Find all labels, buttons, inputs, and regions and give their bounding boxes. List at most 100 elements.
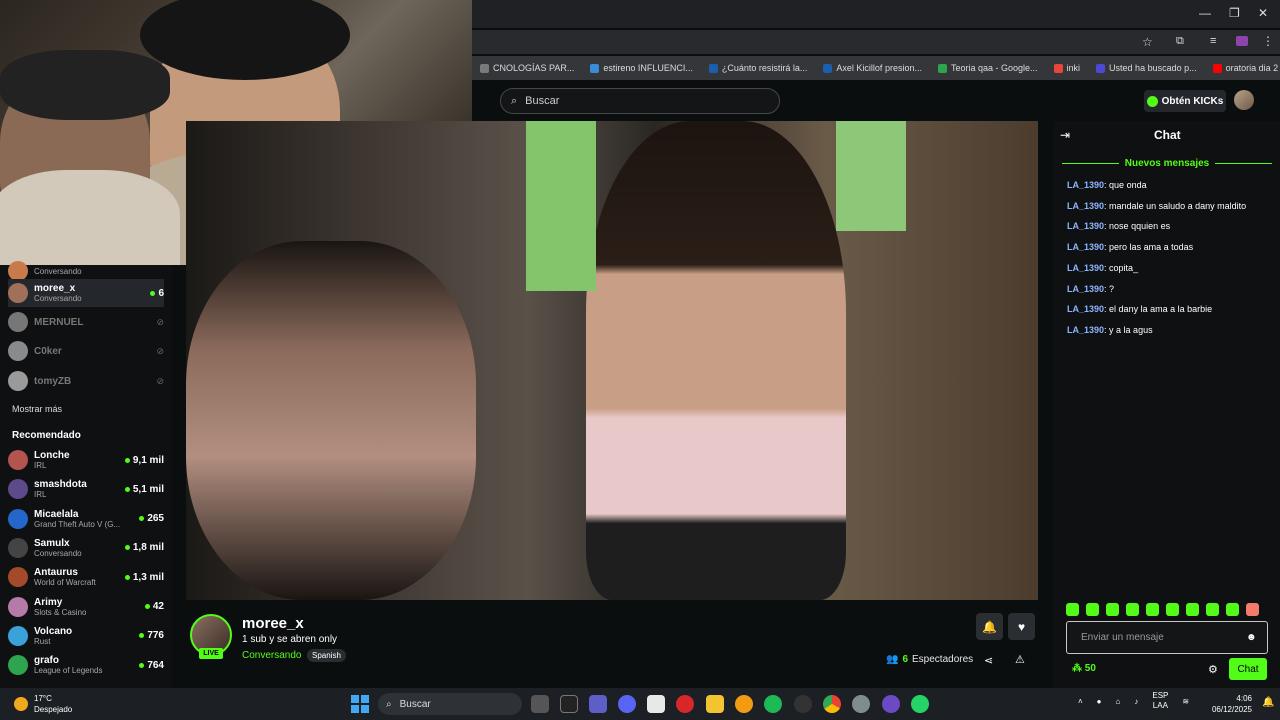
store-icon[interactable] — [647, 695, 665, 713]
bookmark-item[interactable]: inki — [1046, 63, 1089, 73]
whatsapp-icon[interactable] — [911, 695, 929, 713]
emote-icon[interactable] — [1186, 603, 1199, 616]
get-kicks-button[interactable]: Obtén KICKs — [1144, 90, 1226, 112]
emote-icon[interactable] — [1126, 603, 1139, 616]
sidebar-channel[interactable]: Micaelala Grand Theft Auto V (G... 265 — [8, 505, 164, 533]
emote-icon[interactable] — [1066, 603, 1079, 616]
sidebar-channel[interactable]: Lonche IRL 9,1 mil — [8, 446, 164, 474]
viewer-number: 42 — [152, 601, 164, 612]
weather-widget[interactable]: 17°C Despejado — [14, 693, 72, 715]
language-indicator[interactable]: ESP LAA — [1152, 691, 1168, 711]
chat-username[interactable]: LA_1390 — [1067, 284, 1104, 294]
notification-icon[interactable]: 🔔 — [1262, 697, 1274, 708]
sidebar-channel[interactable]: Antaurus World of Warcraft 1,3 mil — [8, 563, 164, 591]
show-more-link[interactable]: Mostrar más — [12, 404, 62, 414]
epic-games-icon[interactable] — [560, 695, 578, 713]
lang-bottom: LAA — [1152, 701, 1168, 710]
chat-username[interactable]: LA_1390 — [1067, 263, 1104, 273]
emote-icon[interactable] — [1166, 603, 1179, 616]
teams-icon[interactable] — [589, 695, 607, 713]
app-tray-icon[interactable]: ● — [1097, 697, 1102, 706]
avatar[interactable] — [1234, 90, 1254, 110]
emote-icon[interactable] — [1086, 603, 1099, 616]
chat-input[interactable]: Enviar un mensaje — [1066, 621, 1268, 654]
send-chat-button[interactable]: Chat — [1229, 658, 1267, 680]
language-tag[interactable]: Spanish — [307, 649, 346, 662]
task-view-icon[interactable] — [531, 695, 549, 713]
sidebar-channel[interactable]: Samulx Conversando 1,8 mil — [8, 534, 164, 562]
chat-username[interactable]: LA_1390 — [1067, 221, 1104, 231]
app-icon[interactable] — [676, 695, 694, 713]
search-icon: ⌕ — [386, 698, 392, 710]
clock[interactable]: 4:06 06/12/2025 — [1206, 693, 1252, 715]
sidebar-channel[interactable]: tomyZB ⊘ — [8, 367, 164, 395]
search-input[interactable]: ⌕ Buscar — [500, 88, 780, 114]
settings-icon[interactable] — [852, 695, 870, 713]
chat-username[interactable]: LA_1390 — [1067, 201, 1104, 211]
report-icon[interactable]: ⚠ — [1015, 653, 1025, 666]
extensions-icon[interactable]: ⧉ — [1176, 35, 1184, 48]
sidebar-channel[interactable]: Arimy Slots & Casino 42 — [8, 593, 164, 621]
star-icon[interactable]: ☆ — [1142, 35, 1153, 49]
bookmark-item[interactable]: estireno INFLUENCI... — [582, 63, 701, 73]
bookmark-item[interactable]: ¿Cuánto resistirá la... — [701, 63, 816, 73]
emoji-picker-icon[interactable]: ☻ — [1246, 632, 1257, 643]
bookmark-item[interactable]: oratoria dia 2 TNC:1... — [1205, 63, 1280, 73]
address-bar[interactable] — [472, 30, 1280, 54]
windows-start-icon[interactable] — [351, 695, 369, 713]
emote-icon[interactable] — [1226, 603, 1239, 616]
microphone-icon[interactable]: ♪ — [1134, 697, 1138, 706]
wifi-icon[interactable]: ≋ — [1182, 697, 1189, 706]
chat-username[interactable]: LA_1390 — [1067, 304, 1104, 314]
steam-icon[interactable] — [794, 695, 812, 713]
chrome-icon[interactable] — [823, 695, 841, 713]
collapse-chat-icon[interactable]: ⇥ — [1060, 128, 1070, 142]
restore-icon[interactable]: ❐ — [1229, 6, 1240, 20]
stream-category[interactable]: Conversando — [242, 650, 301, 661]
bookmark-label: inki — [1066, 63, 1081, 73]
bookmark-item[interactable]: Teoria qaa - Google... — [930, 63, 1046, 73]
browser-icon[interactable] — [735, 695, 753, 713]
close-icon[interactable]: ✕ — [1258, 6, 1268, 20]
menu-dots-icon[interactable]: ⋮ — [1262, 34, 1274, 48]
media-icon[interactable]: ≡ — [1210, 35, 1216, 47]
network-icon[interactable]: ⌂ — [1116, 697, 1121, 706]
sidebar-channel[interactable]: MERNUEL ⊘ — [8, 308, 164, 336]
sidebar-channel[interactable]: C0ker ⊘ — [8, 337, 164, 365]
spotify-icon[interactable] — [764, 695, 782, 713]
emote-icon[interactable] — [1246, 603, 1259, 616]
taskbar-search-label: Buscar — [399, 698, 431, 710]
avatar — [8, 479, 28, 500]
chat-username[interactable]: LA_1390 — [1067, 325, 1104, 335]
sidebar-channel[interactable]: Volcano Rust 776 — [8, 622, 164, 650]
channel-points[interactable]: ⁂ 50 — [1072, 663, 1096, 674]
emote-icon[interactable] — [1206, 603, 1219, 616]
sidebar-channel[interactable]: grafo League of Legends 764 — [8, 651, 164, 679]
taskbar-search[interactable]: ⌕ Buscar — [378, 693, 522, 715]
channel-category: League of Legends — [34, 666, 103, 676]
channel-name: C0ker — [34, 345, 62, 357]
chevron-up-icon[interactable]: ˄ — [1078, 697, 1083, 706]
profile-extension-icon[interactable] — [1236, 36, 1248, 46]
bookmark-item[interactable]: Axel Kicillof presion... — [815, 63, 930, 73]
system-tray: ˄ ● ⌂ ♪ ESP LAA ≋ — [1078, 691, 1189, 711]
notification-bell-button[interactable]: 🔔 — [976, 613, 1003, 640]
chat-settings-icon[interactable]: ⚙ — [1208, 663, 1218, 676]
bookmark-item[interactable]: CNOLOGÍAS PAR... — [472, 63, 582, 73]
emote-icon[interactable] — [1106, 603, 1119, 616]
chat-username[interactable]: LA_1390 — [1067, 180, 1104, 190]
follow-button[interactable]: ♥ — [1008, 613, 1035, 640]
streamer-name[interactable]: moree_x — [242, 615, 304, 632]
chat-username[interactable]: LA_1390 — [1067, 242, 1104, 252]
app-icon[interactable] — [882, 695, 900, 713]
emote-icon[interactable] — [1146, 603, 1159, 616]
minimize-icon[interactable]: — — [1199, 6, 1211, 20]
sidebar-channel[interactable]: smashdota IRL 5,1 mil — [8, 475, 164, 503]
channel-category: Grand Theft Auto V (G... — [34, 519, 121, 529]
bookmark-item[interactable]: Usted ha buscado p... — [1088, 63, 1205, 73]
file-explorer-icon[interactable] — [706, 695, 724, 713]
share-icon[interactable]: ⋖ — [984, 654, 993, 667]
discord-icon[interactable] — [618, 695, 636, 713]
video-player[interactable] — [186, 121, 1038, 600]
sidebar-channel[interactable]: moree_x Conversando 6 — [8, 279, 164, 307]
